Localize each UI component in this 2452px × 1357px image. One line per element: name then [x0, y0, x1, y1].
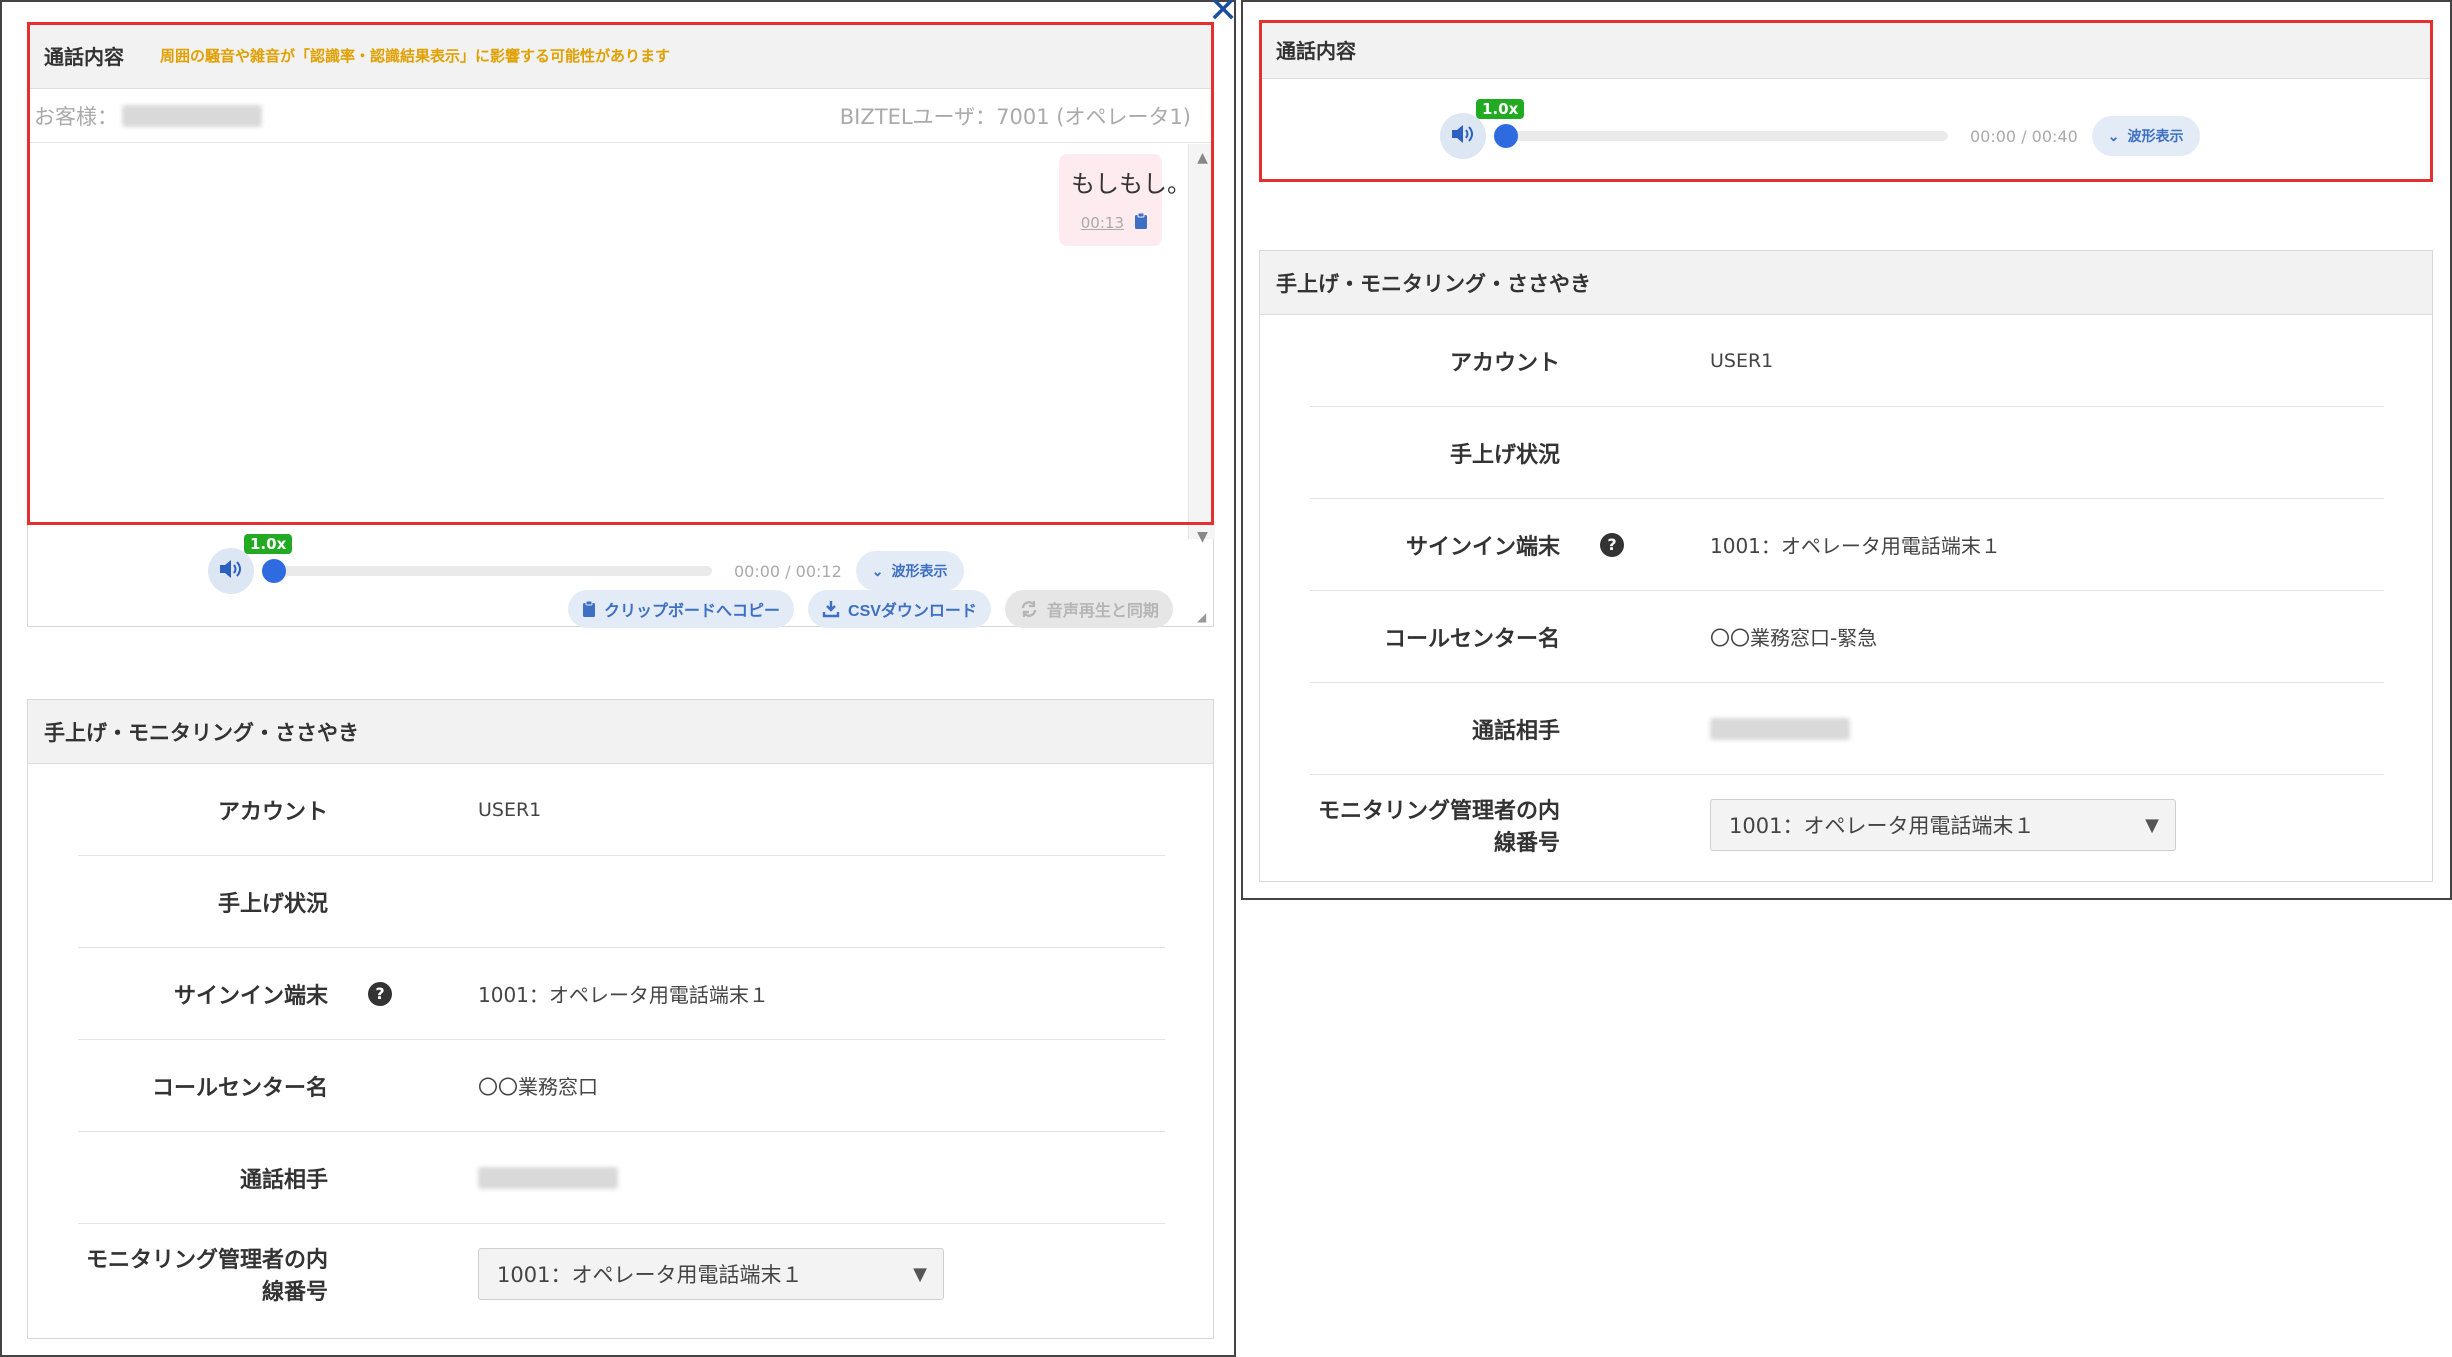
- monitor-extension-select-right[interactable]: 1001：オペレータ用電話端末１ ▼: [1710, 799, 2176, 851]
- speaker-row: お客様： BIZTELユーザ：7001 (オペレータ1): [28, 89, 1213, 143]
- row-signin-device-right: サインイン端末 ? 1001：オペレータ用電話端末１: [1310, 499, 2384, 591]
- call-partner-value: [478, 1132, 618, 1223]
- help-icon[interactable]: ?: [368, 981, 392, 1006]
- account-value: USER1: [478, 798, 542, 821]
- account-label: アカウント: [217, 799, 328, 825]
- row-raise-hand: 手上げ状況: [78, 856, 1165, 948]
- transcript-actions: クリップボードへコピー CSVダウンロード 音声再生と同期: [568, 590, 1173, 628]
- call-partner-label: 通話相手: [239, 1167, 328, 1193]
- transcript-area[interactable]: もしもし。 00:13 クリップボードへコピー CSVダウンロード 音声再生と同…: [28, 144, 1191, 628]
- seek-bar[interactable]: [262, 559, 712, 583]
- raise-hand-label: 手上げ状況: [217, 891, 328, 917]
- clipboard-icon: [582, 600, 596, 618]
- seek-knob-right[interactable]: [1494, 124, 1518, 148]
- right-panel: 通話内容 1.0x 00:00 / 00:40 ⌄ 波形表示 手上げ・モニタリン…: [1241, 0, 2452, 900]
- csv-download-button[interactable]: CSVダウンロード: [808, 590, 991, 628]
- dropdown-arrow-icon: ▼: [913, 1263, 927, 1285]
- row-signin-device: サインイン端末 ? 1001：オペレータ用電話端末１: [78, 948, 1165, 1040]
- call-title: 通話内容: [44, 45, 124, 69]
- noise-warning: 周囲の騒音や雑音が「認識率・認識結果表示」に影響する可能性があります: [160, 47, 671, 65]
- dropdown-arrow-icon: ▼: [2145, 814, 2159, 836]
- audio-player: 1.0x 00:00 / 00:12 ⌄ 波形表示: [208, 534, 964, 594]
- playback-speed-badge-right[interactable]: 1.0x: [1476, 99, 1525, 119]
- row-monitor-extension-right: モニタリング管理者の内 線番号 1001：オペレータ用電話端末１ ▼: [1310, 775, 2384, 875]
- call-partner-label-right: 通話相手: [1471, 718, 1560, 744]
- message-bubble: もしもし。 00:13: [1059, 154, 1191, 246]
- copy-clipboard-button[interactable]: クリップボードへコピー: [568, 590, 795, 628]
- clipboard-icon[interactable]: [1134, 212, 1148, 234]
- call-header: 通話内容 周囲の騒音や雑音が「認識率・認識結果表示」に影響する可能性があります: [28, 23, 1213, 89]
- chevron-down-icon: ⌄: [2107, 127, 2120, 144]
- call-title-right: 通話内容: [1276, 39, 1356, 63]
- row-account-right: アカウント USER1: [1310, 315, 2384, 407]
- monitor-extension-label-right: モニタリング管理者の内 線番号: [1317, 799, 1560, 856]
- call-partner-blurred-right: [1710, 717, 1850, 740]
- signin-device-label: サインイン端末: [173, 983, 328, 1009]
- left-panel: ✕ 通話内容 周囲の騒音や雑音が「認識率・認識結果表示」に影響する可能性がありま…: [0, 0, 1238, 1357]
- download-icon: [822, 600, 840, 618]
- signin-device-label-right: サインイン端末: [1405, 534, 1560, 560]
- customer-number-blurred: [122, 104, 262, 127]
- row-raise-hand-right: 手上げ状況: [1310, 407, 2384, 499]
- account-value-right: USER1: [1710, 349, 1774, 372]
- help-icon[interactable]: ?: [1600, 532, 1624, 557]
- transcript-scrollbar[interactable]: ▲ ▼: [1188, 144, 1216, 545]
- chevron-down-icon: ⌄: [871, 562, 884, 579]
- signin-device-value-right: 1001：オペレータ用電話端末１: [1710, 534, 2001, 558]
- row-call-partner-right: 通話相手: [1310, 683, 2384, 775]
- raise-hand-label-right: 手上げ状況: [1449, 442, 1560, 468]
- monitor-extension-selected: 1001：オペレータ用電話端末１: [497, 1263, 803, 1287]
- call-partner-value-right: [1710, 683, 1850, 774]
- audio-player-right: 1.0x 00:00 / 00:40 ⌄ 波形表示: [1440, 99, 2200, 159]
- scroll-up-arrow-icon[interactable]: ▲: [1189, 150, 1216, 166]
- volume-button[interactable]: 1.0x: [208, 534, 293, 594]
- operator-label: BIZTELユーザ：7001 (オペレータ1): [839, 104, 1191, 129]
- message-timestamp-link[interactable]: 00:13: [1081, 214, 1124, 232]
- waveform-toggle-button[interactable]: ⌄ 波形表示: [855, 551, 964, 591]
- callcenter-value-right: 〇〇業務窓口-緊急: [1710, 626, 1878, 650]
- monitor-extension-selected-right: 1001：オペレータ用電話端末１: [1729, 814, 2035, 838]
- row-callcenter-right: コールセンター名 〇〇業務窓口-緊急: [1310, 591, 2384, 683]
- sync-playback-button[interactable]: 音声再生と同期: [1004, 590, 1173, 628]
- customer-label: お客様：: [34, 104, 118, 129]
- callcenter-value: 〇〇業務窓口: [478, 1075, 598, 1099]
- callcenter-label: コールセンター名: [151, 1075, 328, 1101]
- speaker-icon: [218, 558, 244, 584]
- settings-title-right: 手上げ・モニタリング・ささやき: [1260, 251, 2432, 315]
- scroll-down-arrow-icon[interactable]: ▼: [1189, 529, 1216, 545]
- settings-section-right: 手上げ・モニタリング・ささやき アカウント USER1 手上げ状況 サインイン端…: [1259, 250, 2433, 882]
- message-text: もしもし。: [1071, 170, 1191, 198]
- playback-speed-badge[interactable]: 1.0x: [244, 534, 293, 554]
- speaker-icon: [1450, 123, 1476, 149]
- row-call-partner: 通話相手: [78, 1132, 1165, 1224]
- monitor-extension-select[interactable]: 1001：オペレータ用電話端末１ ▼: [478, 1248, 944, 1300]
- call-content-box-right: 通話内容 1.0x 00:00 / 00:40 ⌄ 波形表示: [1259, 20, 2433, 182]
- waveform-toggle-button-right[interactable]: ⌄ 波形表示: [2091, 116, 2200, 156]
- call-header-right: 通話内容: [1260, 21, 2432, 79]
- row-account: アカウント USER1: [78, 764, 1165, 856]
- settings-title: 手上げ・モニタリング・ささやき: [28, 700, 1213, 764]
- time-readout: 00:00 / 00:12: [734, 561, 842, 581]
- settings-section: 手上げ・モニタリング・ささやき アカウント USER1 手上げ状況 サインイン端…: [27, 699, 1214, 1339]
- callcenter-label-right: コールセンター名: [1383, 626, 1560, 652]
- sync-icon: [1019, 599, 1039, 619]
- time-readout-right: 00:00 / 00:40: [1970, 126, 2078, 146]
- volume-button-right[interactable]: 1.0x: [1440, 99, 1525, 159]
- account-label-right: アカウント: [1449, 350, 1560, 376]
- call-content-box: 通話内容 周囲の騒音や雑音が「認識率・認識結果表示」に影響する可能性があります …: [27, 22, 1216, 628]
- row-monitor-extension: モニタリング管理者の内 線番号 1001：オペレータ用電話端末１ ▼: [78, 1224, 1165, 1324]
- call-partner-blurred: [478, 1166, 618, 1189]
- seek-knob[interactable]: [262, 559, 286, 583]
- resize-handle-icon[interactable]: ◢: [1197, 610, 1211, 624]
- row-callcenter: コールセンター名 〇〇業務窓口: [78, 1040, 1165, 1132]
- monitor-extension-label: モニタリング管理者の内 線番号: [85, 1248, 328, 1305]
- signin-device-value: 1001：オペレータ用電話端末１: [478, 983, 769, 1007]
- seek-bar-right[interactable]: [1494, 124, 1948, 148]
